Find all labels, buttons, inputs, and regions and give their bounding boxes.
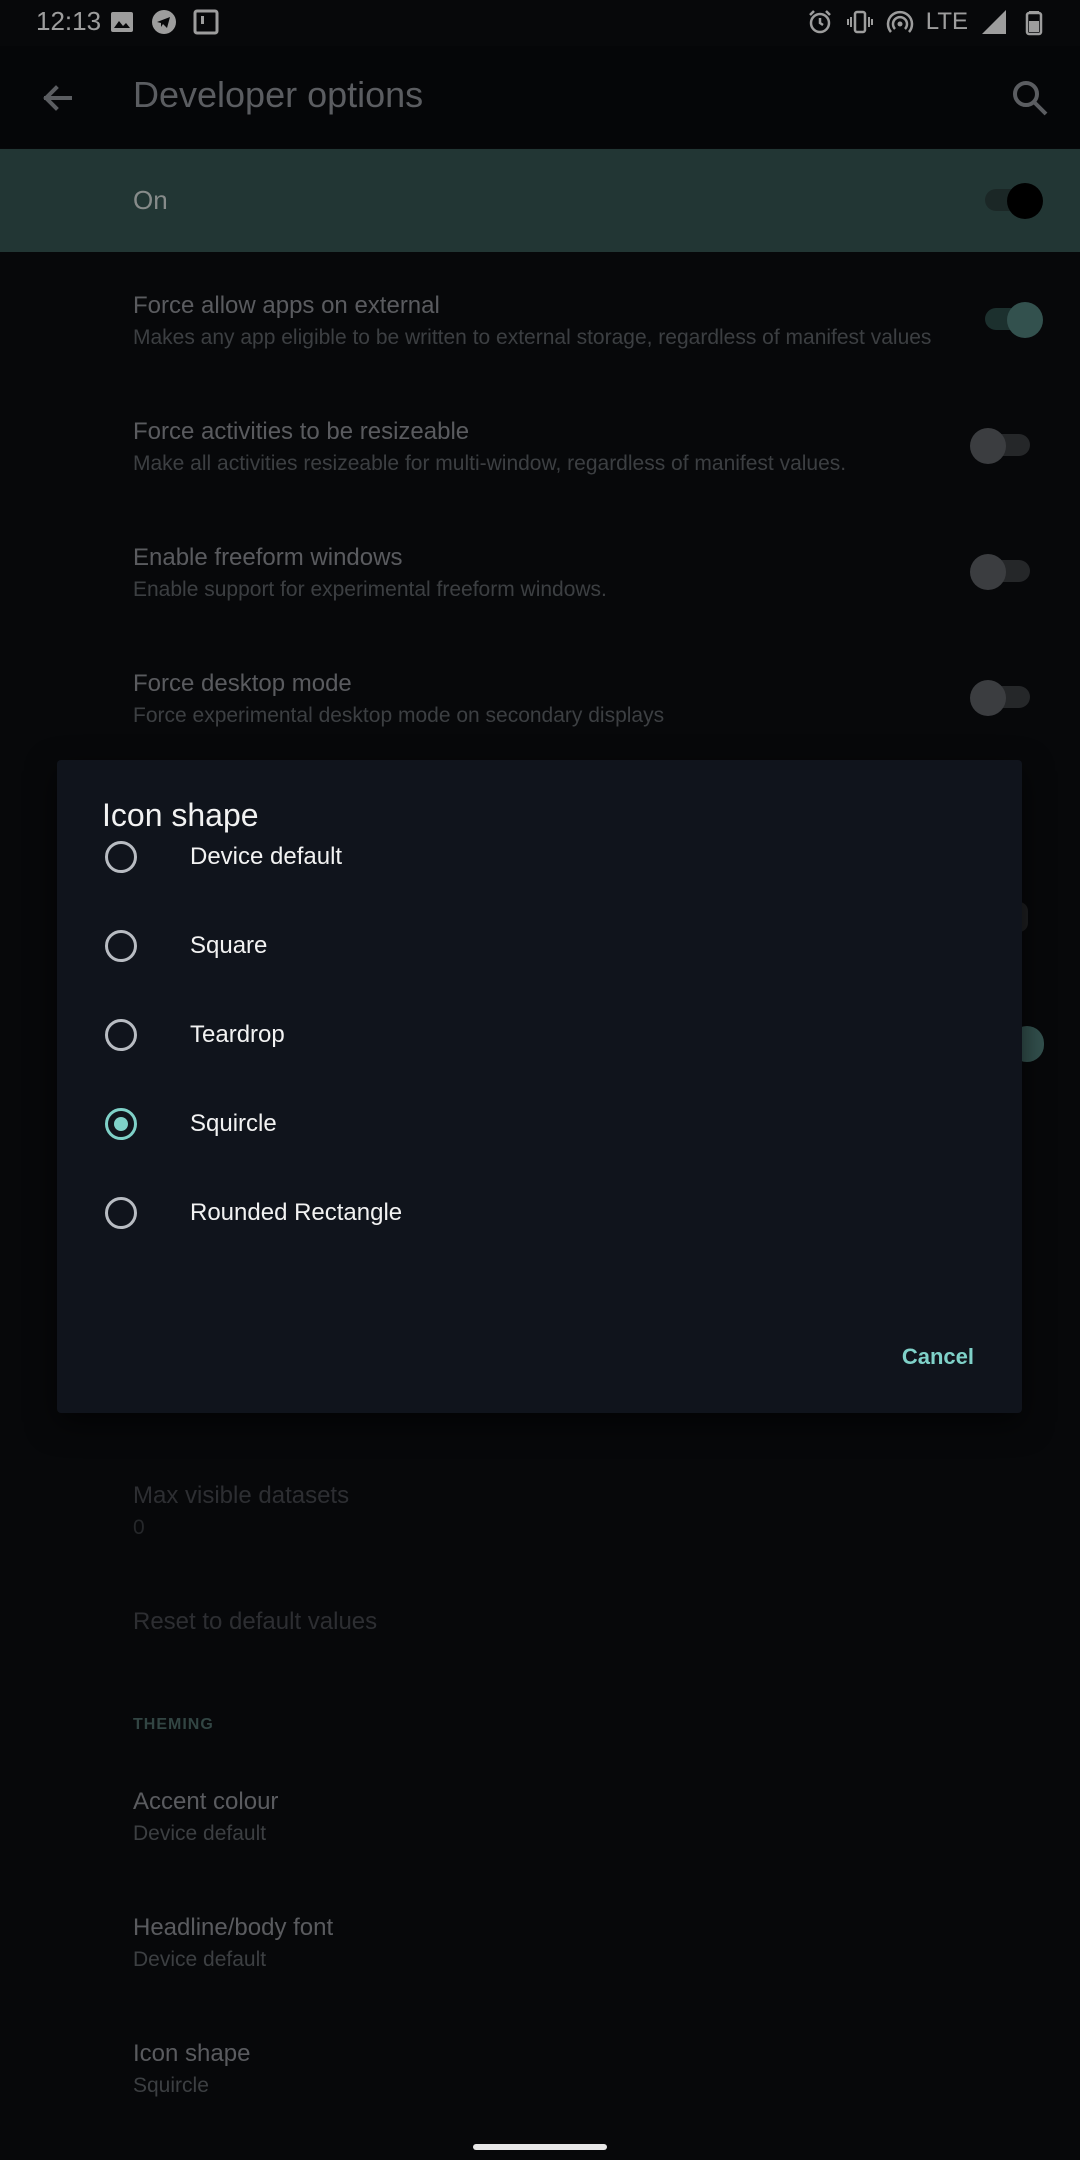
option-square[interactable]: Square <box>57 904 1022 993</box>
radio-button[interactable] <box>105 1019 137 1051</box>
radio-button[interactable] <box>105 1197 137 1229</box>
radio-button-selected[interactable] <box>105 1108 137 1140</box>
gesture-nav-handle[interactable] <box>473 2144 607 2150</box>
option-label: Device default <box>190 843 343 870</box>
option-rounded-rectangle[interactable]: Rounded Rectangle <box>57 1171 1022 1260</box>
radio-button[interactable] <box>105 841 137 873</box>
option-label: Squircle <box>190 1110 277 1137</box>
option-label: Square <box>190 932 268 959</box>
option-label: Rounded Rectangle <box>190 1199 403 1226</box>
option-device-default[interactable]: Device default <box>57 815 1022 904</box>
option-squircle[interactable]: Squircle <box>57 1082 1022 1171</box>
cancel-button[interactable]: Cancel <box>902 1344 974 1370</box>
option-label: Teardrop <box>190 1021 285 1048</box>
radio-button[interactable] <box>105 930 137 962</box>
option-teardrop[interactable]: Teardrop <box>57 993 1022 1082</box>
icon-shape-dialog: Icon shape Device default Square Teardro… <box>57 760 1022 1413</box>
